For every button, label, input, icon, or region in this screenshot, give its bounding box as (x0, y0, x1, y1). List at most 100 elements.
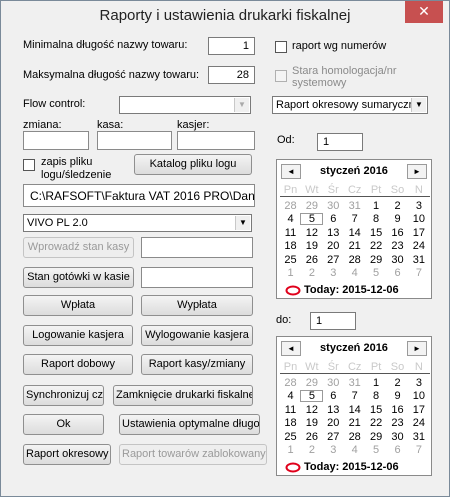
calendar-day[interactable]: 1 (279, 444, 302, 456)
calendar-day[interactable]: 30 (322, 377, 345, 389)
calendar-day[interactable]: 1 (365, 200, 388, 212)
calendar-day[interactable]: 6 (322, 213, 345, 225)
calendar-day[interactable]: 5 (365, 267, 388, 279)
calendar-day[interactable]: 27 (322, 431, 345, 443)
calendar-day[interactable]: 20 (322, 240, 345, 252)
calendar-day[interactable]: 15 (365, 227, 388, 239)
calendar-day[interactable]: 28 (279, 200, 302, 212)
calendar-day[interactable]: 29 (300, 200, 323, 212)
cash-in-register-button[interactable]: Stan gotówki w kasie (23, 267, 134, 288)
from-calendar[interactable]: ◄ styczeń 2016 ► Pn Wt Śr Cz Pt So N 28 29 30 31 1 2 3 4 5… (276, 159, 432, 299)
calendar-day[interactable]: 19 (300, 417, 323, 429)
calendar-day[interactable]: 31 (343, 377, 366, 389)
calendar-day[interactable]: 12 (300, 227, 323, 239)
calendar-day[interactable]: 30 (322, 200, 345, 212)
calendar-day[interactable]: 29 (300, 377, 323, 389)
old-homologation-checkbox[interactable] (275, 70, 287, 82)
calendar-day[interactable]: 10 (407, 213, 430, 225)
calendar-day[interactable]: 21 (343, 240, 366, 252)
cashier-logout-button[interactable]: Wylogowanie kasjera (141, 325, 253, 346)
calendar-day[interactable]: 19 (300, 240, 323, 252)
next-month-button[interactable]: ► (407, 341, 427, 356)
optimal-length-settings-button[interactable]: Ustawienia optymalne długości (119, 414, 260, 435)
calendar-day[interactable]: 15 (365, 404, 388, 416)
calendar-day[interactable]: 18 (279, 240, 302, 252)
blocked-goods-report-button[interactable]: Raport towarów zablokowanych (119, 444, 267, 465)
calendar-day[interactable]: 26 (300, 254, 323, 266)
calendar-day[interactable]: 10 (407, 390, 430, 402)
ok-button[interactable]: Ok (23, 414, 104, 435)
calendar-day[interactable]: 4 (343, 267, 366, 279)
calendar-day[interactable]: 4 (279, 390, 302, 402)
cashier-login-button[interactable]: Logowanie kasjera (23, 325, 133, 346)
kasjer-input[interactable] (177, 131, 255, 150)
calendar-day[interactable]: 13 (322, 404, 345, 416)
periodic-report-button[interactable]: Raport okresowy (23, 444, 111, 465)
calendar-day[interactable]: 7 (407, 444, 430, 456)
calendar-day[interactable]: 4 (279, 213, 302, 225)
calendar-day[interactable]: 3 (407, 377, 430, 389)
calendar-day[interactable]: 29 (365, 431, 388, 443)
calendar-day[interactable]: 27 (322, 254, 345, 266)
calendar-day[interactable]: 31 (343, 200, 366, 212)
today-link[interactable]: Today: 2015-12-06 (285, 284, 399, 296)
calendar-day[interactable]: 9 (386, 390, 409, 402)
calendar-day[interactable]: 6 (386, 267, 409, 279)
calendar-day[interactable]: 29 (365, 254, 388, 266)
calendar-day[interactable]: 21 (343, 417, 366, 429)
calendar-day[interactable]: 25 (279, 431, 302, 443)
calendar-day[interactable]: 2 (300, 444, 323, 456)
calendar-day[interactable]: 14 (343, 404, 366, 416)
today-link[interactable]: Today: 2015-12-06 (285, 461, 399, 473)
calendar-day[interactable]: 23 (386, 417, 409, 429)
report-type-select[interactable]: Raport okresowy sumaryczny ▼ (272, 96, 428, 114)
calendar-day[interactable]: 5 (300, 390, 324, 403)
calendar-day[interactable]: 13 (322, 227, 345, 239)
calendar-day[interactable]: 28 (343, 254, 366, 266)
cash-state-input[interactable] (141, 237, 253, 258)
from-input[interactable]: 1 (317, 133, 363, 151)
calendar-day[interactable]: 9 (386, 213, 409, 225)
next-month-button[interactable]: ► (407, 164, 427, 179)
calendar-day[interactable]: 3 (407, 200, 430, 212)
zmiana-input[interactable] (23, 131, 89, 150)
to-calendar[interactable]: ◄ styczeń 2016 ► Pn Wt Śr Cz Pt So N 28 29 30 31 1 2 3 4 5… (276, 336, 432, 476)
calendar-day[interactable]: 1 (365, 377, 388, 389)
calendar-day[interactable]: 11 (279, 227, 302, 239)
calendar-day[interactable]: 7 (407, 267, 430, 279)
log-catalog-button[interactable]: Katalog pliku logu (134, 154, 252, 175)
calendar-day[interactable]: 31 (407, 431, 430, 443)
daily-report-button[interactable]: Raport dobowy (23, 354, 133, 375)
calendar-day[interactable]: 3 (322, 444, 345, 456)
calendar-day[interactable]: 24 (407, 417, 430, 429)
withdrawal-button[interactable]: Wypłata (141, 295, 253, 316)
calendar-day[interactable]: 12 (300, 404, 323, 416)
printer-model-select[interactable]: VIVO PL 2.0 ▼ (23, 214, 252, 232)
cash-in-register-value[interactable] (141, 267, 253, 288)
calendar-day[interactable]: 8 (365, 390, 388, 402)
calendar-day[interactable]: 22 (365, 240, 388, 252)
calendar-day[interactable]: 20 (322, 417, 345, 429)
calendar-day[interactable]: 7 (343, 213, 366, 225)
register-shift-report-button[interactable]: Raport kasy/zmiany (141, 354, 253, 375)
deposit-button[interactable]: Wpłata (23, 295, 133, 316)
calendar-day[interactable]: 6 (386, 444, 409, 456)
calendar-day[interactable]: 30 (386, 254, 409, 266)
enter-cash-state-button[interactable]: Wprowadź stan kasy (23, 237, 134, 258)
calendar-day[interactable]: 5 (300, 213, 324, 226)
calendar-day[interactable]: 6 (322, 390, 345, 402)
calendar-day[interactable]: 17 (407, 404, 430, 416)
calendar-day[interactable]: 24 (407, 240, 430, 252)
flow-control-select[interactable]: ▼ (119, 96, 251, 114)
calendar-day[interactable]: 26 (300, 431, 323, 443)
min-name-length-input[interactable]: 1 (208, 37, 255, 55)
calendar-day[interactable]: 16 (386, 227, 409, 239)
log-path-field[interactable]: C:\RAFSOFT\Faktura VAT 2016 PRO\Dan (23, 184, 255, 207)
calendar-day[interactable]: 8 (365, 213, 388, 225)
calendar-day[interactable]: 22 (365, 417, 388, 429)
calendar-day[interactable]: 28 (279, 377, 302, 389)
to-input[interactable]: 1 (310, 312, 356, 330)
calendar-day[interactable]: 11 (279, 404, 302, 416)
calendar-day[interactable]: 4 (343, 444, 366, 456)
calendar-day[interactable]: 23 (386, 240, 409, 252)
